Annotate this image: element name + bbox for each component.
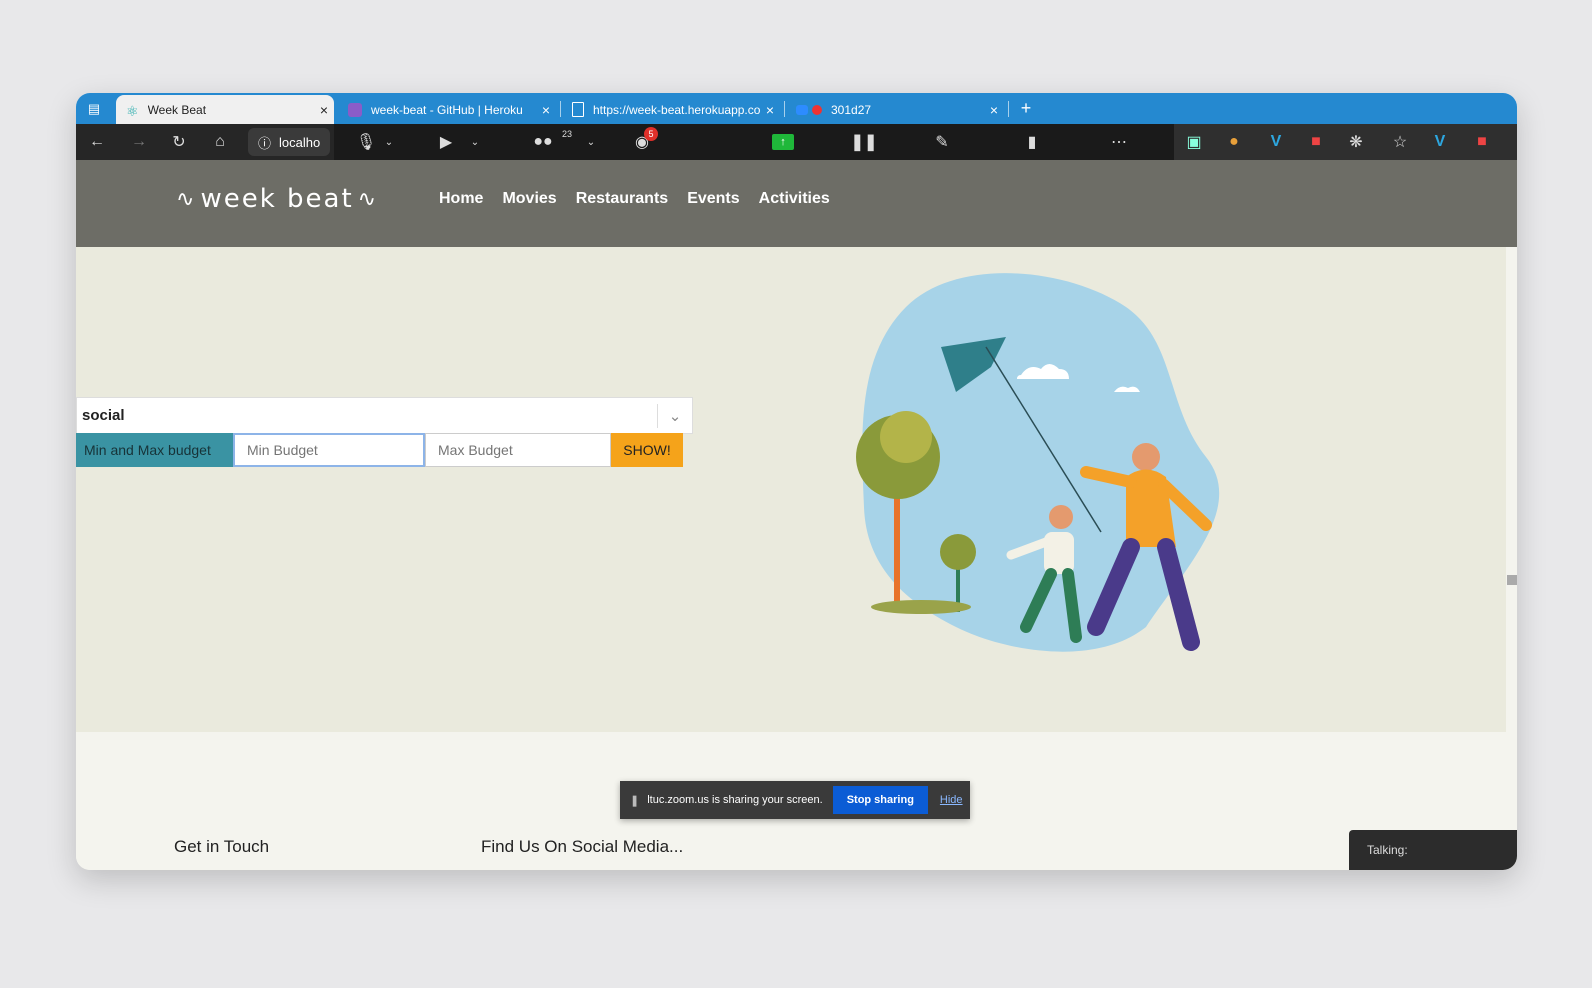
site-header: ∿ week beat ∿ Home Movies Restaurants Ev…	[76, 160, 1517, 247]
nav-restaurants[interactable]: Restaurants	[576, 190, 668, 208]
red-extension-icon[interactable]: ■	[1470, 124, 1494, 160]
site-logo[interactable]: ∿ week beat ∿	[176, 184, 378, 214]
refresh-icon[interactable]: ↻	[166, 124, 192, 160]
page-icon	[572, 102, 584, 117]
soundwave-icon: ∿	[357, 186, 379, 212]
budget-row: Min and Max budget SHOW!	[76, 433, 691, 467]
close-icon[interactable]: ×	[760, 102, 780, 118]
tab-label: week-beat - GitHub | Heroku	[371, 102, 523, 117]
boy-head	[1049, 505, 1073, 529]
stop-sharing-button[interactable]: Stop sharing	[832, 786, 928, 814]
show-button[interactable]: SHOW!	[611, 433, 683, 467]
share-screen-icon[interactable]: ↑	[772, 134, 794, 150]
tab-github-heroku[interactable]: week-beat - GitHub | Heroku ×	[338, 95, 556, 124]
hero-section: social ⌄ Min and Max budget SHOW!	[76, 247, 1506, 732]
hide-link[interactable]: Hide	[940, 794, 963, 806]
chevron-down-icon[interactable]: ⌄	[468, 124, 482, 160]
scrollbar-thumb[interactable]	[1507, 575, 1517, 585]
tab-week-beat[interactable]: ⚛ Week Beat ×	[116, 95, 334, 124]
main-nav: Home Movies Restaurants Events Activitie…	[439, 190, 830, 208]
ground-grass	[871, 600, 971, 614]
tree-crown	[880, 411, 932, 463]
recording-icon	[812, 104, 822, 115]
forward-icon[interactable]: →	[126, 124, 152, 160]
extensions-area: ▣ ● V ■ ❋ ☆ V ■ ❋	[1174, 124, 1517, 160]
chevron-down-icon[interactable]: ⌄	[382, 124, 396, 160]
address-bar[interactable]: ⓘ localho	[248, 128, 330, 156]
tab-actions-icon[interactable]: ▤	[80, 93, 108, 124]
browser-window: ▤ ⚛ Week Beat × week-beat - GitHub | Her…	[76, 93, 1517, 870]
tab-separator	[560, 101, 561, 117]
heroku-icon	[348, 102, 362, 117]
puzzle-extension-icon[interactable]: ❋	[1514, 124, 1517, 160]
tab-label: 301d27	[831, 102, 872, 117]
zoom-meeting-toolbar: 🎙 ⌄ ▶ ⌄ ●● 23 ⌄ ◉ 5 ↑ ❚❚ ✎ ▮ ⋯	[334, 124, 1174, 160]
puzzle-extension-icon[interactable]: ❋	[1344, 124, 1368, 160]
man-head	[1132, 443, 1160, 471]
tab-label: https://week-beat.herokuapp.co	[593, 102, 760, 117]
annotate-pencil-icon[interactable]: ✎	[930, 124, 954, 160]
nav-movies[interactable]: Movies	[502, 190, 556, 208]
tree-crown	[940, 534, 976, 570]
info-icon[interactable]: ⓘ	[258, 133, 271, 152]
tab-label: Week Beat	[147, 102, 207, 117]
pause-share-icon[interactable]: ❚❚	[851, 124, 878, 160]
home-icon[interactable]: ⌂	[207, 124, 233, 160]
more-options-icon[interactable]: ⋯	[1104, 124, 1134, 160]
budget-label: Min and Max budget	[76, 433, 233, 467]
video-camera-icon[interactable]: ▶	[432, 124, 460, 160]
tab-herokuapp[interactable]: https://week-beat.herokuapp.co ×	[562, 95, 780, 124]
red-extension-icon[interactable]: ■	[1304, 124, 1328, 160]
tab-301d27[interactable]: 301d27 ×	[786, 95, 1004, 124]
v-extension-icon[interactable]: V	[1428, 124, 1452, 160]
participants-icon[interactable]: ●●	[529, 124, 557, 160]
tab-separator	[1008, 101, 1009, 117]
v-extension-icon[interactable]: V	[1264, 124, 1288, 160]
nav-home[interactable]: Home	[439, 190, 483, 208]
extension-icon[interactable]: ▣	[1182, 124, 1206, 160]
chat-badge: 5	[644, 127, 658, 141]
close-icon[interactable]: ×	[984, 102, 1004, 118]
react-icon: ⚛	[126, 102, 139, 119]
participants-count: 23	[561, 129, 572, 139]
category-value: social	[82, 407, 125, 424]
microphone-icon[interactable]: 🎙	[354, 124, 378, 160]
max-budget-input[interactable]	[425, 433, 611, 467]
soundwave-icon: ∿	[176, 186, 197, 212]
nav-activities[interactable]: Activities	[759, 190, 830, 208]
min-budget-input[interactable]	[233, 433, 425, 467]
talking-indicator: Talking:	[1349, 830, 1517, 870]
cookie-icon[interactable]: ●	[1222, 124, 1246, 160]
screen-share-notification: ❚ ltuc.zoom.us is sharing your screen. S…	[620, 781, 970, 819]
tab-separator	[784, 101, 785, 117]
tree-trunk	[894, 487, 900, 607]
logo-text: week beat	[200, 184, 354, 214]
favorites-star-icon[interactable]: ☆	[1388, 124, 1412, 160]
close-icon[interactable]: ×	[314, 102, 334, 118]
social-media-heading: Find Us On Social Media...	[481, 837, 684, 856]
chevron-down-icon[interactable]: ⌄	[584, 124, 598, 160]
nav-events[interactable]: Events	[687, 190, 739, 208]
address-text: localho	[279, 134, 321, 150]
drag-handle-icon[interactable]: ❚	[630, 794, 639, 807]
category-select[interactable]: social ⌄	[76, 397, 693, 434]
tab-bar: ▤ ⚛ Week Beat × week-beat - GitHub | Her…	[76, 93, 1517, 124]
remote-control-mouse-icon[interactable]: ▮	[1020, 124, 1044, 160]
share-message: ltuc.zoom.us is sharing your screen.	[647, 794, 823, 806]
new-tab-button[interactable]: +	[1012, 93, 1040, 124]
chevron-down-icon[interactable]: ⌄	[657, 404, 692, 428]
kite-illustration	[856, 273, 1220, 652]
back-icon[interactable]: ←	[84, 124, 110, 160]
zoom-icon	[796, 104, 808, 115]
close-icon[interactable]: ×	[536, 102, 556, 118]
get-in-touch-heading: Get in Touch	[174, 837, 270, 856]
